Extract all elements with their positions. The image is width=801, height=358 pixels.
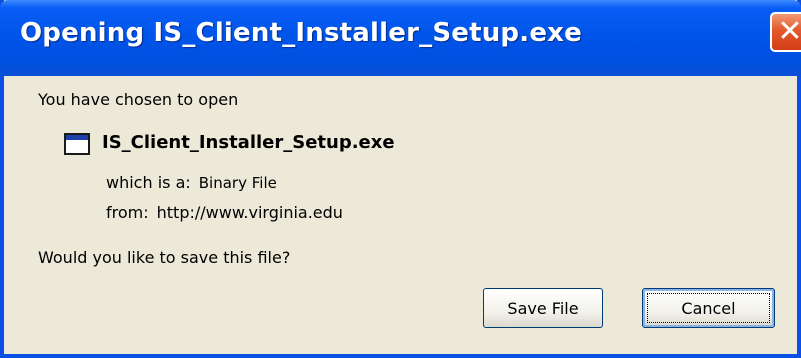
- application-window-icon: [64, 133, 90, 155]
- dialog-content: You have chosen to open IS_Client_Instal…: [4, 76, 797, 354]
- cancel-button[interactable]: Cancel: [642, 288, 775, 328]
- save-question: Would you like to save this file?: [38, 248, 291, 267]
- file-type-row: which is a: Binary File: [106, 173, 277, 192]
- close-button[interactable]: ✕: [770, 12, 801, 52]
- save-file-button[interactable]: Save File: [483, 288, 603, 328]
- focus-ring: [647, 293, 770, 323]
- window-title: Opening IS_Client_Installer_Setup.exe: [20, 18, 582, 48]
- file-type-label: which is a:: [106, 173, 191, 192]
- file-source-row: from: http://www.virginia.edu: [106, 203, 343, 222]
- intro-text: You have chosen to open: [38, 90, 239, 109]
- file-source-label: from:: [106, 203, 149, 222]
- close-icon: ✕: [777, 14, 801, 49]
- file-type-value: Binary File: [198, 174, 277, 192]
- title-bar[interactable]: Opening IS_Client_Installer_Setup.exe ✕: [0, 0, 801, 76]
- file-source-value: http://www.virginia.edu: [156, 203, 343, 222]
- download-dialog-window: Opening IS_Client_Installer_Setup.exe ✕ …: [0, 0, 801, 358]
- file-name: IS_Client_Installer_Setup.exe: [102, 132, 395, 153]
